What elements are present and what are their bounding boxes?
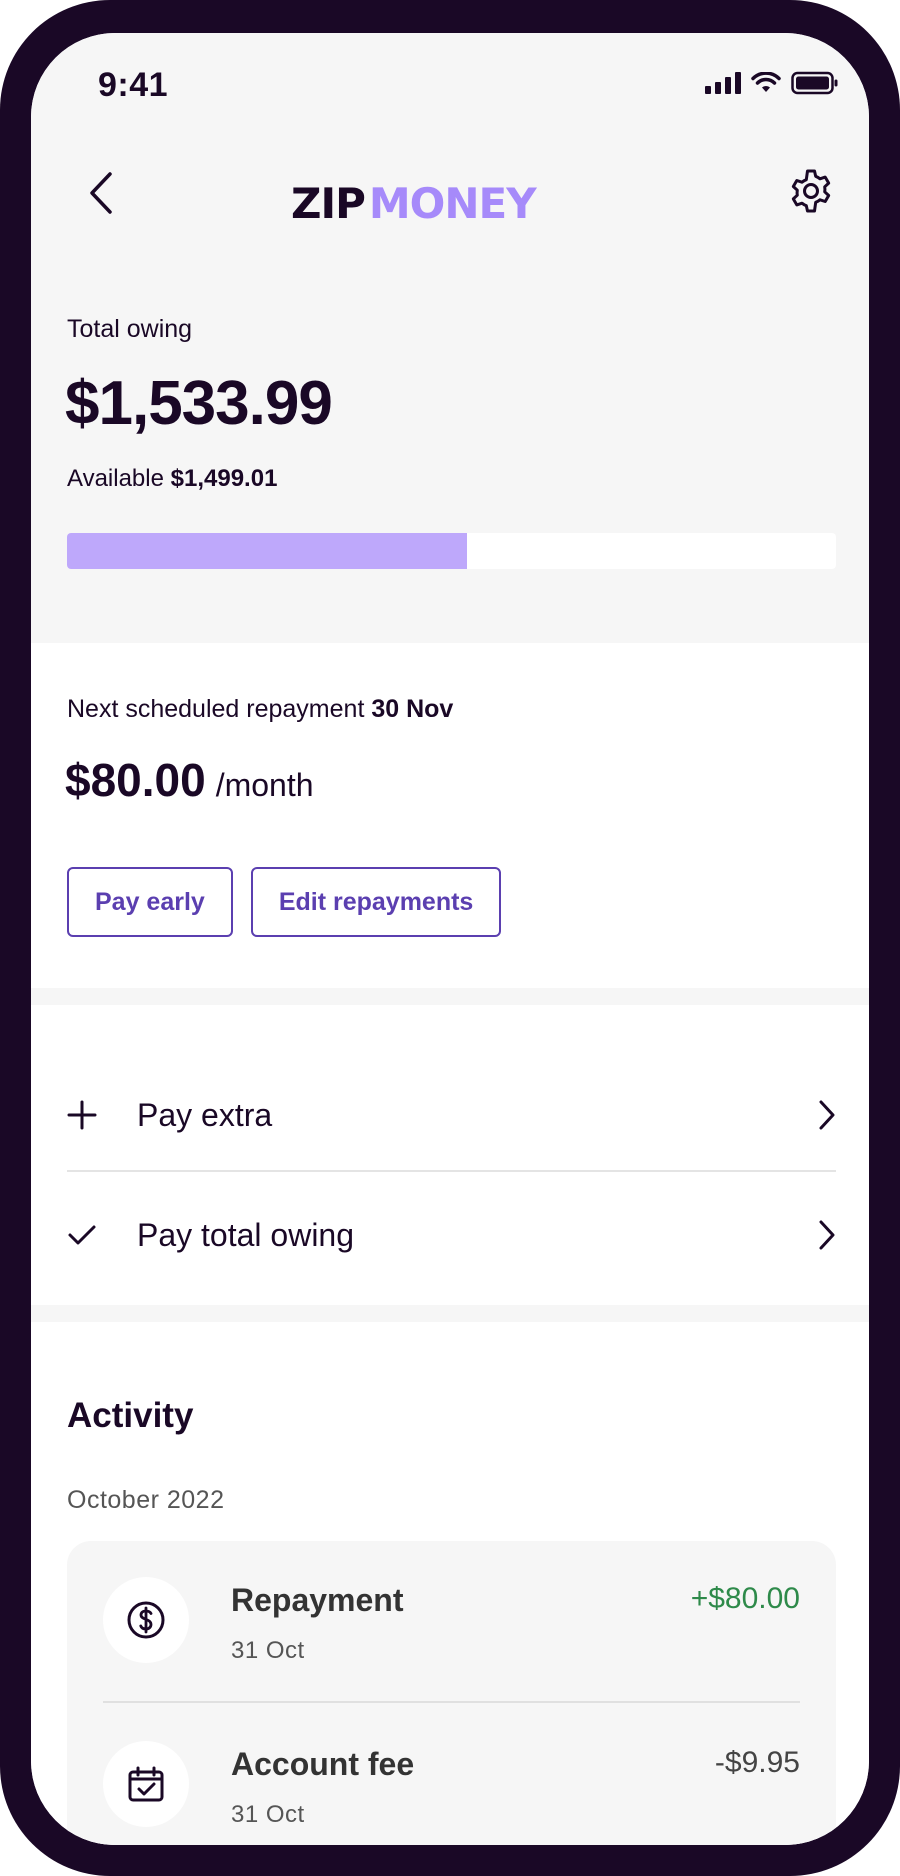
transaction-divider: [103, 1701, 800, 1703]
next-repayment-label: Next scheduled repayment 30 Nov: [67, 695, 453, 724]
list-divider: [67, 1170, 836, 1172]
battery-icon: [791, 71, 838, 95]
activity-title: Activity: [67, 1396, 194, 1435]
repayment-period: /month: [215, 767, 314, 803]
credit-usage-bar: [67, 533, 836, 569]
wifi-icon: [751, 72, 781, 92]
status-bar: 9:41: [31, 33, 869, 143]
back-button[interactable]: [71, 163, 131, 223]
pay-total-owing-label: Pay total owing: [137, 1216, 355, 1253]
zip-money-logo: ZIP MONEY: [291, 179, 537, 228]
signal-icon: [705, 72, 741, 94]
check-icon: [68, 1225, 96, 1245]
repayment-section: Next scheduled repayment 30 Nov $80.00 /…: [31, 643, 869, 988]
dollar-circle-icon: [103, 1577, 189, 1663]
next-repayment-date: 30 Nov: [371, 695, 454, 723]
activity-section: Activity October 2022 Repayment 31 Oct +…: [31, 1358, 869, 1845]
calendar-check-icon: [103, 1741, 189, 1827]
transaction-amount: +$80.00: [690, 1582, 800, 1615]
pay-early-button[interactable]: Pay early: [67, 867, 233, 937]
next-repayment-text: Next scheduled repayment: [67, 695, 365, 723]
section-gap: [31, 988, 869, 1005]
gear-icon: [791, 169, 831, 213]
chevron-right-icon: [819, 1100, 835, 1130]
app-screen: 9:41 ZIP MONEY Total owing $1,533.99 Ava…: [31, 33, 869, 1845]
phone-frame: 9:41 ZIP MONEY Total owing $1,533.99 Ava…: [0, 0, 900, 1876]
payment-options-list: Pay extra Pay total owing: [31, 1005, 869, 1305]
balance-section: Total owing $1,533.99 Available $1,499.0…: [31, 253, 869, 643]
status-time: 9:41: [98, 66, 169, 104]
transaction-date: 31 Oct: [231, 1637, 305, 1664]
repayment-value: $80.00: [65, 754, 206, 806]
status-icons: [705, 71, 839, 95]
total-owing-label: Total owing: [67, 315, 193, 343]
logo-zip: ZIP: [291, 178, 366, 228]
pay-extra-row[interactable]: Pay extra: [67, 1055, 836, 1175]
app-header: ZIP MONEY: [31, 143, 869, 253]
available-credit: Available $1,499.01: [67, 465, 277, 493]
transaction-name: Account fee: [231, 1746, 415, 1782]
logo-money: MONEY: [368, 178, 537, 228]
repayment-amount: $80.00 /month: [65, 753, 314, 807]
pay-total-owing-row[interactable]: Pay total owing: [67, 1175, 836, 1295]
edit-repayments-button[interactable]: Edit repayments: [250, 867, 502, 937]
transaction-amount: -$9.95: [714, 1746, 800, 1779]
transaction-row[interactable]: Repayment 31 Oct +$80.00: [103, 1557, 800, 1677]
chevron-left-icon: [90, 172, 112, 214]
activity-month: October 2022: [67, 1486, 225, 1514]
section-gap: [31, 1305, 869, 1322]
chevron-right-icon: [819, 1220, 835, 1250]
total-owing-amount: $1,533.99: [65, 369, 333, 438]
available-label: Available: [67, 465, 164, 492]
available-amount: $1,499.01: [170, 465, 278, 492]
transaction-name: Repayment: [231, 1582, 404, 1618]
credit-usage-fill: [67, 533, 467, 569]
transaction-date: 31 Oct: [231, 1801, 305, 1828]
transaction-row[interactable]: Account fee 31 Oct -$9.95: [103, 1721, 800, 1841]
pay-extra-label: Pay extra: [137, 1096, 273, 1133]
settings-button[interactable]: [781, 161, 841, 221]
plus-icon: [67, 1100, 97, 1130]
repayment-actions: Pay early Edit repayments: [67, 867, 502, 937]
activity-card: Repayment 31 Oct +$80.00 Account fee 31: [67, 1541, 836, 1845]
